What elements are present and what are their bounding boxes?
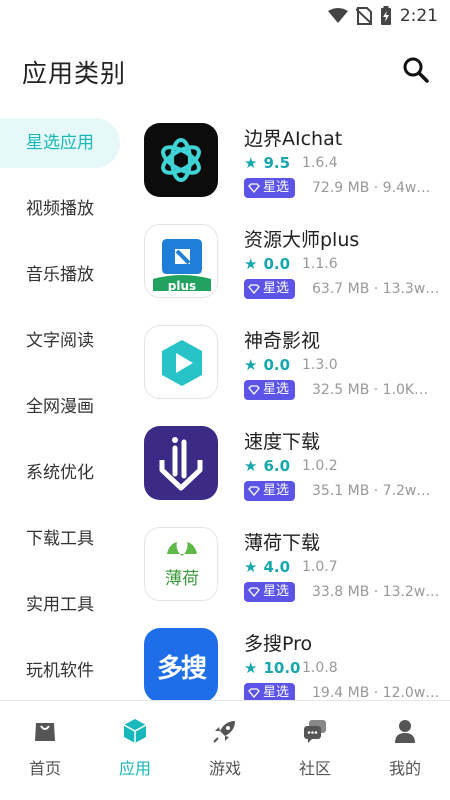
search-button[interactable] bbox=[400, 54, 432, 86]
list-item[interactable]: 神奇影视 ★ 0.0 1.3.0 星选 32.5 MB · 1.0K下载 bbox=[138, 320, 450, 421]
nav-home[interactable]: 首页 bbox=[0, 717, 90, 779]
sidebar-item-phone-tweaks[interactable]: 玩机软件 bbox=[0, 646, 120, 696]
sidebar-item-system[interactable]: 系统优化 bbox=[0, 448, 120, 498]
diamond-icon bbox=[248, 486, 260, 496]
app-rating: ★ 10.0 bbox=[244, 659, 301, 677]
app-size-downloads: 33.8 MB · 13.2w下载 bbox=[312, 584, 440, 600]
app-size-downloads: 63.7 MB · 13.3w下载 bbox=[312, 281, 440, 297]
app-size-downloads: 72.9 MB · 9.4w下载 bbox=[312, 180, 440, 196]
app-name: 多搜Pro bbox=[244, 633, 313, 655]
app-version: 1.1.6 bbox=[302, 256, 338, 272]
sidebar-item-music[interactable]: 音乐播放 bbox=[0, 250, 120, 300]
search-icon bbox=[403, 57, 429, 83]
rocket-icon bbox=[213, 721, 235, 743]
app-name: 边界AIchat bbox=[244, 128, 343, 150]
app-name: 资源大师plus bbox=[244, 229, 360, 251]
page-title: 应用类别 bbox=[22, 59, 127, 88]
app-version: 1.0.8 bbox=[302, 660, 338, 676]
star-icon: ★ bbox=[244, 154, 258, 172]
download-arrow-icon bbox=[144, 426, 218, 500]
featured-badge: 星选 bbox=[244, 582, 296, 602]
diamond-icon bbox=[248, 284, 260, 294]
nav-profile[interactable]: 我的 bbox=[360, 717, 450, 779]
list-item[interactable]: 边界AIchat ★ 9.5 1.6.4 星选 72.9 MB · 9.4w下载 bbox=[138, 118, 450, 219]
app-name: 神奇影视 bbox=[244, 330, 321, 352]
nav-apps[interactable]: 应用 bbox=[90, 717, 180, 779]
bag-icon bbox=[35, 723, 55, 741]
app-version: 1.0.7 bbox=[302, 559, 338, 575]
list-item[interactable]: plus 资源大师plus ★ 0.0 1.1.6 星选 63.7 MB · 13… bbox=[138, 219, 450, 320]
app-name: 速度下载 bbox=[244, 431, 321, 453]
sidebar-item-download-tools[interactable]: 下载工具 bbox=[0, 514, 120, 564]
resource-master-icon: plus bbox=[144, 224, 218, 298]
featured-badge: 星选 bbox=[244, 279, 296, 299]
star-icon: ★ bbox=[244, 255, 258, 273]
diamond-icon bbox=[248, 385, 260, 395]
featured-badge: 星选 bbox=[244, 380, 296, 400]
openai-logo-icon bbox=[144, 123, 218, 197]
status-time: 2:21 bbox=[399, 6, 438, 26]
cube-icon bbox=[123, 719, 147, 743]
app-size-downloads: 32.5 MB · 1.0K下载 bbox=[312, 382, 440, 398]
app-version: 1.3.0 bbox=[302, 357, 338, 373]
sidebar-item-utility-tools[interactable]: 实用工具 bbox=[0, 580, 120, 630]
person-icon bbox=[395, 720, 415, 743]
battery-charging-icon bbox=[380, 6, 391, 25]
featured-badge: 星选 bbox=[244, 481, 296, 501]
app-rating: ★ 9.5 bbox=[244, 154, 291, 172]
sidebar-item-featured[interactable]: 星选应用 bbox=[0, 118, 120, 168]
app-rating: ★ 6.0 bbox=[244, 457, 291, 475]
play-hexagon-icon bbox=[144, 325, 218, 399]
app-version: 1.0.2 bbox=[302, 458, 338, 474]
sidebar-item-video[interactable]: 视频播放 bbox=[0, 184, 120, 234]
chat-bubbles-icon bbox=[304, 720, 326, 743]
star-icon: ★ bbox=[244, 558, 258, 576]
star-icon: ★ bbox=[244, 457, 258, 475]
diamond-icon bbox=[248, 587, 260, 597]
duosou-icon: 多搜 bbox=[144, 628, 218, 702]
app-name: 薄荷下载 bbox=[244, 532, 321, 554]
header: 应用类别 bbox=[0, 50, 450, 94]
app-rating: ★ 4.0 bbox=[244, 558, 291, 576]
star-icon: ★ bbox=[244, 659, 258, 677]
wifi-icon bbox=[327, 8, 348, 23]
featured-badge: 星选 bbox=[244, 178, 296, 198]
diamond-icon bbox=[248, 183, 260, 193]
nav-community[interactable]: 社区 bbox=[270, 717, 360, 779]
no-sim-icon bbox=[355, 7, 372, 25]
list-item[interactable]: 薄荷 薄荷下载 ★ 4.0 1.0.7 星选 33.8 MB · 13.2w下载 bbox=[138, 522, 450, 623]
sidebar-item-comics[interactable]: 全网漫画 bbox=[0, 382, 120, 432]
nav-games[interactable]: 游戏 bbox=[180, 717, 270, 779]
app-version: 1.6.4 bbox=[302, 155, 338, 171]
diamond-icon bbox=[248, 688, 260, 698]
list-item[interactable]: 速度下载 ★ 6.0 1.0.2 星选 35.1 MB · 7.2w下载 bbox=[138, 421, 450, 522]
mint-leaf-icon: 薄荷 bbox=[144, 527, 218, 601]
bottom-nav: 首页 应用 游戏 社区 我的 bbox=[0, 700, 450, 800]
sidebar-item-reading[interactable]: 文字阅读 bbox=[0, 316, 120, 366]
app-size-downloads: 35.1 MB · 7.2w下载 bbox=[312, 483, 440, 499]
status-bar: 2:21 bbox=[0, 0, 450, 32]
app-rating: ★ 0.0 bbox=[244, 255, 291, 273]
app-rating: ★ 0.0 bbox=[244, 356, 291, 374]
star-icon: ★ bbox=[244, 356, 258, 374]
